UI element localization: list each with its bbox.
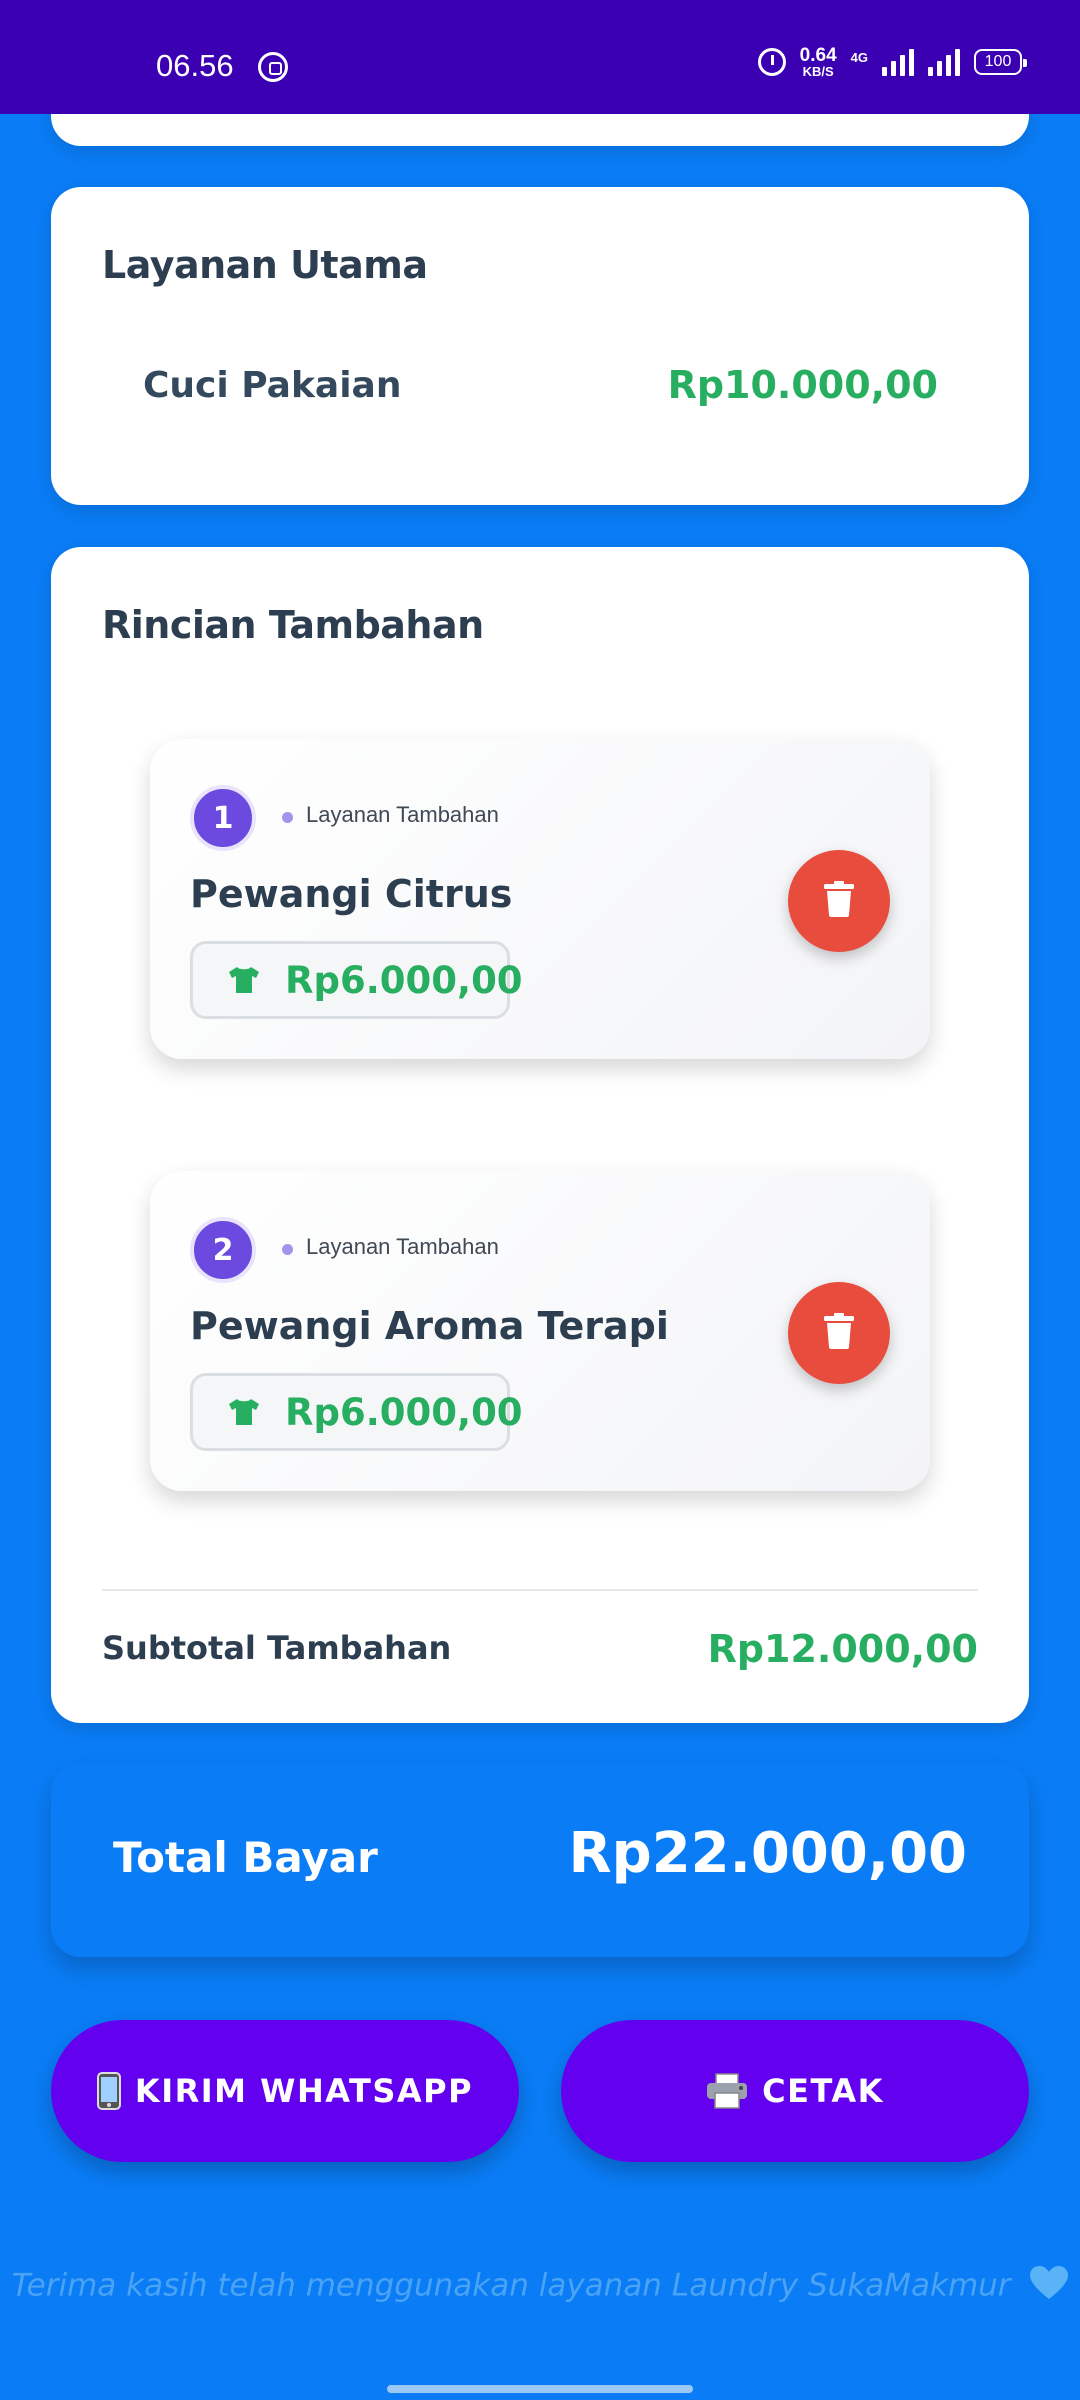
shirt-icon [227, 966, 261, 994]
footer-message: Terima kasih telah menggunakan layanan L… [0, 2266, 1080, 2308]
item-name: Pewangi Aroma Terapi [190, 1304, 669, 1348]
status-time: 06.56 [156, 48, 234, 83]
send-whatsapp-button[interactable]: KIRIM WHATSAPP [51, 2020, 519, 2162]
footer-text: Terima kasih telah menggunakan layanan L… [11, 2267, 1011, 2304]
network-type: 4G [850, 50, 868, 65]
network-speed-unit: KB/S [802, 64, 834, 79]
whatsapp-icon [258, 52, 288, 82]
main-service-price: Rp10.000,00 [667, 363, 938, 407]
item-price-chip: Rp6.000,00 [190, 1373, 523, 1451]
shirt-icon [227, 1398, 261, 1426]
main-service-title: Layanan Utama [102, 243, 428, 287]
subtotal-value: Rp12.000,00 [707, 1627, 978, 1671]
signal-icon [882, 48, 914, 76]
network-speed: 0.64 KB/S [800, 46, 837, 78]
total-value: Rp22.000,00 [568, 1821, 967, 1886]
print-label: CETAK [762, 2072, 884, 2110]
phone-icon [96, 2072, 121, 2110]
delete-button[interactable] [788, 1282, 890, 1384]
main-service-card: Layanan Utama Cuci Pakaian Rp10.000,00 [51, 187, 1029, 505]
total-card: Total Bayar Rp22.000,00 [51, 1763, 1029, 1957]
divider [102, 1589, 978, 1591]
item-type-label: Layanan Tambahan [306, 1234, 499, 1259]
print-button[interactable]: CETAK [561, 2020, 1029, 2162]
item-price: Rp6.000,00 [285, 958, 523, 1002]
extras-title: Rincian Tambahan [102, 603, 484, 647]
signal-icon [928, 48, 960, 76]
item-number-badge: 1 [190, 785, 256, 851]
list-item: 1 Layanan Tambahan Pewangi Citrus Rp6.00… [150, 739, 930, 1059]
battery-icon: 100 [974, 49, 1027, 75]
home-indicator[interactable] [387, 2385, 693, 2393]
extras-card: Rincian Tambahan 1 Layanan Tambahan Pewa… [51, 547, 1029, 1723]
status-icons: 0.64 KB/S 4G 100 [757, 46, 1027, 78]
main-service-name: Cuci Pakaian [143, 365, 402, 406]
trash-icon [824, 1313, 854, 1353]
send-whatsapp-label: KIRIM WHATSAPP [134, 2072, 474, 2110]
dot-icon [282, 812, 293, 823]
item-number-badge: 2 [190, 1217, 256, 1283]
total-label: Total Bayar [113, 1833, 378, 1882]
item-price: Rp6.000,00 [285, 1390, 523, 1434]
status-bar: 06.56 0.64 KB/S 4G 100 [0, 0, 1080, 114]
dot-icon [282, 1244, 293, 1255]
trash-icon [824, 881, 854, 921]
delete-button[interactable] [788, 850, 890, 952]
item-name: Pewangi Citrus [190, 872, 513, 916]
subtotal-label: Subtotal Tambahan [102, 1629, 452, 1667]
printer-icon [706, 2073, 748, 2109]
list-item: 2 Layanan Tambahan Pewangi Aroma Terapi … [150, 1171, 930, 1491]
network-speed-value: 0.64 [799, 45, 837, 66]
item-type-label: Layanan Tambahan [306, 802, 499, 827]
blue-heart-icon [1030, 2266, 1069, 2308]
alarm-icon [757, 48, 786, 76]
item-price-chip: Rp6.000,00 [190, 941, 523, 1019]
